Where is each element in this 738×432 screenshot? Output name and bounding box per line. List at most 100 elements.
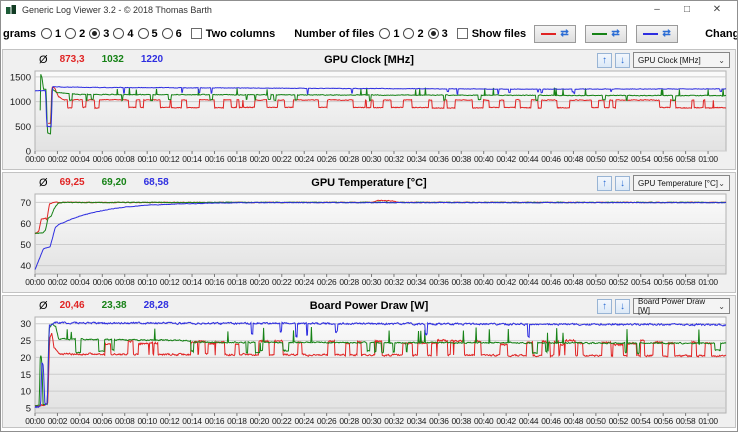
plot-area [35, 317, 726, 413]
y-tick-label: 5 [26, 403, 31, 414]
radio-files-2[interactable]: 2 [403, 28, 423, 40]
x-tick-label: 00:20 [250, 416, 270, 426]
close-button[interactable]: ✕ [702, 2, 732, 18]
x-tick-label: 00:42 [496, 416, 516, 426]
measurement-select[interactable]: Board Power Draw [W] ⌄ [633, 298, 730, 314]
two-columns-label: Two columns [206, 28, 275, 40]
radio-diagrams-2[interactable]: 2 [65, 28, 85, 40]
x-tick-label: 00:12 [160, 154, 180, 164]
file-color-buttons: ⇄ ⇄ ⇄ [534, 25, 678, 43]
maximize-button[interactable]: □ [672, 2, 702, 18]
x-tick-label: 01:00 [698, 416, 718, 426]
x-tick-label: 00:00 [25, 277, 45, 287]
radio-dot[interactable] [403, 28, 414, 39]
x-tick-label: 00:58 [676, 277, 696, 287]
avg-value: 69,20 [102, 177, 127, 188]
x-tick-label: 00:24 [294, 277, 314, 287]
radio-dot[interactable] [113, 28, 124, 39]
two-columns-checkbox-box[interactable] [191, 28, 202, 39]
radio-dot[interactable] [428, 28, 439, 39]
y-tick-label: 15 [20, 370, 31, 381]
show-files-label: Show files [472, 28, 526, 40]
x-tick-label: 00:04 [70, 416, 90, 426]
show-files-checkbox-box[interactable] [457, 28, 468, 39]
swap-icon: ⇄ [560, 29, 568, 39]
line-color-swatch [643, 33, 658, 35]
move-down-button[interactable]: ↓ [615, 176, 630, 191]
gpu-clock-plot: 15001000500000:0000:0200:0400:0600:0800:… [3, 69, 735, 169]
x-tick-label: 00:16 [205, 277, 225, 287]
average-values: 69,2569,2068,58 [60, 177, 186, 188]
radio-label: 4 [127, 28, 133, 40]
move-down-button[interactable]: ↓ [615, 299, 630, 314]
file-3-color-button[interactable]: ⇄ [636, 25, 678, 43]
x-tick-label: 00:50 [586, 416, 606, 426]
x-tick-label: 00:06 [93, 154, 113, 164]
x-tick-label: 00:28 [339, 154, 359, 164]
show-files-checkbox[interactable]: Show files [457, 28, 526, 40]
radio-diagrams-3[interactable]: 3 [89, 28, 109, 40]
diagrams-radio-group: 1 2 3 4 56 [41, 28, 186, 40]
radio-diagrams-4[interactable]: 4 [113, 28, 133, 40]
radio-dot[interactable] [138, 28, 149, 39]
minimize-button[interactable]: – [642, 2, 672, 18]
radio-dot[interactable] [89, 28, 100, 39]
x-tick-label: 00:42 [496, 277, 516, 287]
x-tick-label: 00:04 [70, 154, 90, 164]
x-tick-label: 00:14 [182, 154, 202, 164]
move-up-button[interactable]: ↑ [597, 176, 612, 191]
radio-dot[interactable] [41, 28, 52, 39]
measurement-select[interactable]: GPU Temperature [°C] ⌄ [633, 175, 730, 191]
two-columns-checkbox[interactable]: Two columns [191, 28, 275, 40]
move-up-button[interactable]: ↑ [597, 299, 612, 314]
x-tick-label: 00:10 [137, 154, 157, 164]
radio-dot[interactable] [379, 28, 390, 39]
x-tick-label: 00:46 [541, 154, 561, 164]
radio-files-3[interactable]: 3 [428, 28, 448, 40]
x-tick-label: 00:44 [519, 154, 539, 164]
x-tick-label: 00:38 [452, 154, 472, 164]
x-tick-label: 00:30 [362, 277, 382, 287]
radio-label: 5 [152, 28, 158, 40]
move-up-button[interactable]: ↑ [597, 53, 612, 68]
x-tick-label: 00:00 [25, 154, 45, 164]
x-tick-label: 00:30 [362, 154, 382, 164]
diagrams-label: grams [3, 28, 36, 40]
radio-label: 2 [79, 28, 85, 40]
file-1-color-button[interactable]: ⇄ [534, 25, 576, 43]
avg-value: 69,25 [60, 177, 85, 188]
x-tick-label: 00:10 [137, 277, 157, 287]
x-tick-label: 00:52 [609, 154, 629, 164]
radio-diagrams-6[interactable]: 6 [162, 28, 182, 40]
y-tick-label: 30 [20, 319, 31, 330]
chart-panel-board-power: Ø 20,4623,3828,28 Board Power Draw [W] ↑… [2, 295, 736, 428]
radio-files-1[interactable]: 1 [379, 28, 399, 40]
radio-label: 3 [103, 28, 109, 40]
measurement-select[interactable]: GPU Clock [MHz] ⌄ [633, 52, 730, 68]
x-tick-label: 00:48 [564, 154, 584, 164]
file-2-color-button[interactable]: ⇄ [585, 25, 627, 43]
x-tick-label: 00:04 [70, 277, 90, 287]
app-icon [6, 5, 17, 16]
radio-diagrams-1[interactable]: 1 [41, 28, 61, 40]
x-tick-label: 00:22 [272, 277, 292, 287]
avg-value: 20,46 [60, 300, 85, 311]
radio-diagrams-5[interactable]: 5 [138, 28, 158, 40]
avg-value: 1220 [141, 54, 163, 65]
x-tick-label: 00:08 [115, 416, 135, 426]
x-tick-label: 00:34 [407, 277, 427, 287]
toolbar: grams 123456 Two columns Number of files… [1, 19, 737, 48]
x-tick-label: 00:18 [227, 416, 247, 426]
files-label: Number of files [294, 28, 374, 40]
y-tick-label: 40 [20, 261, 31, 272]
radio-dot[interactable] [162, 28, 173, 39]
radio-dot[interactable] [65, 28, 76, 39]
x-tick-label: 00:10 [137, 416, 157, 426]
y-tick-label: 60 [20, 219, 31, 230]
move-down-button[interactable]: ↓ [615, 53, 630, 68]
x-tick-label: 00:20 [250, 154, 270, 164]
x-tick-label: 00:06 [93, 416, 113, 426]
x-tick-label: 00:28 [339, 277, 359, 287]
x-tick-label: 00:40 [474, 154, 494, 164]
x-tick-label: 00:32 [384, 416, 404, 426]
